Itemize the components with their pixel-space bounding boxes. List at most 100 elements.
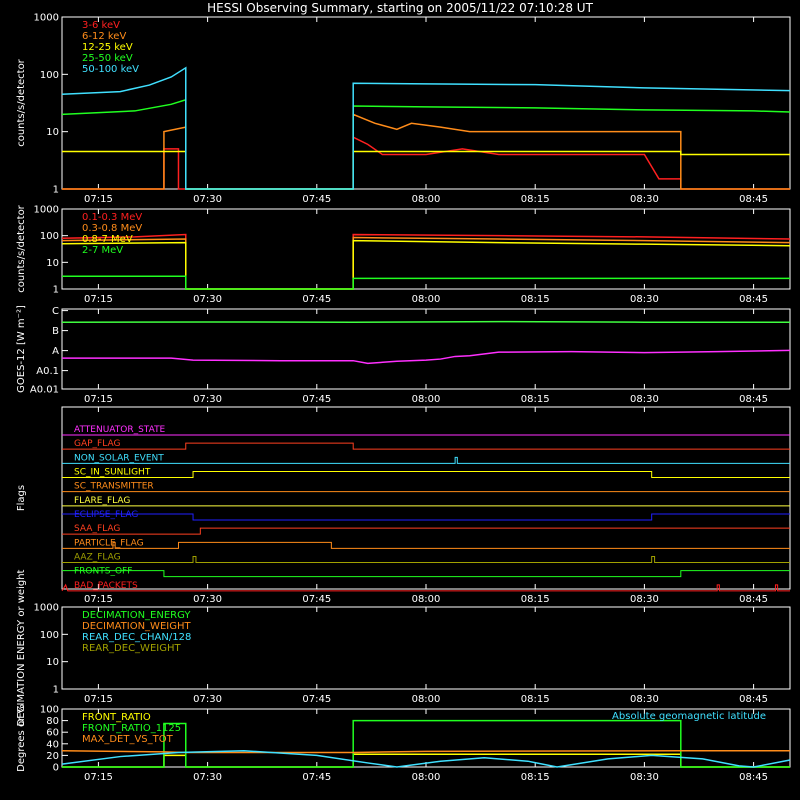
x-tick-label: 08:15: [521, 594, 550, 605]
y-tick-label: 60: [46, 728, 59, 739]
y-tick-label: 1: [53, 185, 59, 196]
x-tick-label: 08:00: [412, 694, 441, 705]
legend-entry: FRONT_RATIO: [82, 712, 151, 723]
x-tick-label: 07:30: [193, 772, 222, 783]
flag-label: ECLIPSE_FLAG: [74, 510, 138, 520]
y-axis-label: counts/s/detector: [16, 204, 27, 292]
y-tick-label: C: [52, 306, 59, 317]
y-tick-label: 80: [46, 716, 59, 727]
flag-label: BAD_PACKETS: [74, 581, 138, 591]
legend-entry: 0.8-7 MeV: [82, 234, 133, 245]
panel-flags: 07:15 07:30 07:45 08:00 08:15 08:30 08:45 Flags…: [16, 406, 791, 605]
series-line: [62, 442, 790, 450]
y-tick-label: 10: [46, 127, 59, 138]
y-axis-label: DECIMATION ENERGY or weight: [16, 569, 27, 726]
x-tick-label: 07:15: [84, 394, 113, 405]
annotation: Absolute geomagnetic latitude: [612, 711, 766, 722]
series-line: [62, 349, 791, 365]
legend-entry: DECIMATION_WEIGHT: [82, 621, 191, 632]
x-tick-label: 07:30: [193, 194, 222, 205]
y-tick-label: 1: [53, 685, 59, 696]
x-tick-label: 08:45: [739, 294, 768, 305]
x-tick-label: 07:45: [302, 394, 331, 405]
flag-label: PARTICLE_FLAG: [74, 538, 144, 548]
series-line: [62, 513, 790, 521]
y-tick-label: 100: [40, 630, 59, 641]
x-tick-label: 08:45: [739, 394, 768, 405]
y-tick-label: A0.01: [30, 385, 59, 396]
series-line: [62, 541, 790, 549]
x-tick-label: 07:45: [302, 694, 331, 705]
y-tick-label: 0: [53, 763, 59, 774]
legend-entry: 0.3-0.8 MeV: [82, 223, 142, 234]
series-line: [62, 527, 790, 535]
x-tick-label: 08:15: [521, 194, 550, 205]
x-tick-label: 08:30: [630, 194, 659, 205]
x-tick-label: 07:30: [193, 594, 222, 605]
x-tick-label: 08:00: [412, 594, 441, 605]
panel-gamma: 07:15 07:30 07:45 08:00 08:15 08:30 08:45 1 10 10…: [16, 204, 791, 305]
panel-goes: 07:15 07:30 07:45 08:00 08:15 08:30 08:45 A0.01…: [16, 305, 791, 405]
flag-label: SC_IN_SUNLIGHT: [74, 468, 151, 478]
x-tick-label: 07:30: [193, 294, 222, 305]
legend-entry: 50-100 keV: [82, 64, 139, 75]
legend-entry: 2-7 MeV: [82, 245, 123, 256]
y-tick-label: 100: [40, 70, 59, 81]
x-tick-label: 08:30: [630, 772, 659, 783]
x-tick-label: 07:30: [193, 394, 222, 405]
x-tick-label: 08:45: [739, 772, 768, 783]
y-axis-label: counts/s/detector: [16, 58, 27, 146]
y-tick-label: 100: [40, 705, 59, 716]
x-tick-label: 07:15: [84, 772, 113, 783]
x-tick-label: 08:30: [630, 394, 659, 405]
y-axis-label: Flags: [16, 485, 27, 511]
y-tick-label: 1000: [34, 13, 59, 24]
flag-label: AAZ_FLAG: [74, 553, 121, 563]
x-tick-label: 08:30: [630, 694, 659, 705]
x-tick-label: 07:45: [302, 772, 331, 783]
x-tick-label: 08:45: [739, 594, 768, 605]
flag-label: GAP_FLAG: [74, 439, 120, 449]
legend-entry: 3-6 keV: [82, 20, 120, 31]
panel-frame: [61, 308, 791, 390]
series-line: [62, 456, 790, 464]
series-line: [61, 320, 790, 323]
series-line: [62, 556, 790, 563]
series-line: [62, 471, 790, 478]
y-tick-label: 1000: [34, 205, 59, 216]
x-tick-label: 07:30: [193, 694, 222, 705]
legend-entry: MAX_DET_VS_TOT: [82, 734, 174, 745]
panel-lightcurves: 07:15 07:30 07:45 08:00 08:15 08:30 08:45 1 10 10…: [16, 13, 791, 205]
x-tick-label: 08:15: [521, 772, 550, 783]
y-axis-label: Degrees or %: [16, 704, 27, 772]
y-tick-label: 1000: [34, 603, 59, 614]
y-tick-label: 10: [46, 657, 59, 668]
panel-ratios: 07:15 07:30 07:45 08:00 08:15 08:30 08:45 02040…: [16, 704, 791, 783]
y-tick-label: 20: [46, 751, 59, 762]
y-tick-label: 100: [40, 231, 59, 242]
legend-entry: 0.1-0.3 MeV: [82, 212, 142, 223]
y-tick-label: B: [52, 326, 59, 337]
x-tick-label: 08:00: [412, 772, 441, 783]
x-tick-label: 07:45: [302, 294, 331, 305]
y-tick-label: 1: [53, 285, 59, 296]
flag-label: FLARE_FLAG: [74, 496, 130, 506]
flag-label: FRONTS_OFF: [74, 567, 132, 577]
legend-entry: 6-12 keV: [82, 31, 126, 42]
hessi-observing-summary: HESSI Observing Summary, starting on 200…: [16, 1, 791, 783]
x-tick-label: 08:15: [521, 294, 550, 305]
x-tick-label: 07:45: [302, 194, 331, 205]
y-axis-label: GOES-12 [W m⁻²]: [16, 305, 27, 393]
panel-frame: [61, 406, 791, 590]
x-tick-label: 08:00: [412, 294, 441, 305]
legend-entry: DECIMATION_ENERGY: [82, 610, 191, 621]
x-tick-label: 07:45: [302, 594, 331, 605]
flag-label: SAA_FLAG: [74, 524, 120, 534]
flag-label: ATTENUATOR_STATE: [74, 425, 166, 435]
legend-entry: 25-50 keV: [82, 53, 133, 64]
x-tick-label: 08:45: [739, 694, 768, 705]
panel-decimation: 07:15 07:30 07:45 08:00 08:15 08:30 08:45 1 10 10…: [16, 569, 791, 726]
x-tick-label: 08:45: [739, 194, 768, 205]
series-line: [62, 570, 790, 578]
chart-title: HESSI Observing Summary, starting on 200…: [207, 1, 593, 15]
